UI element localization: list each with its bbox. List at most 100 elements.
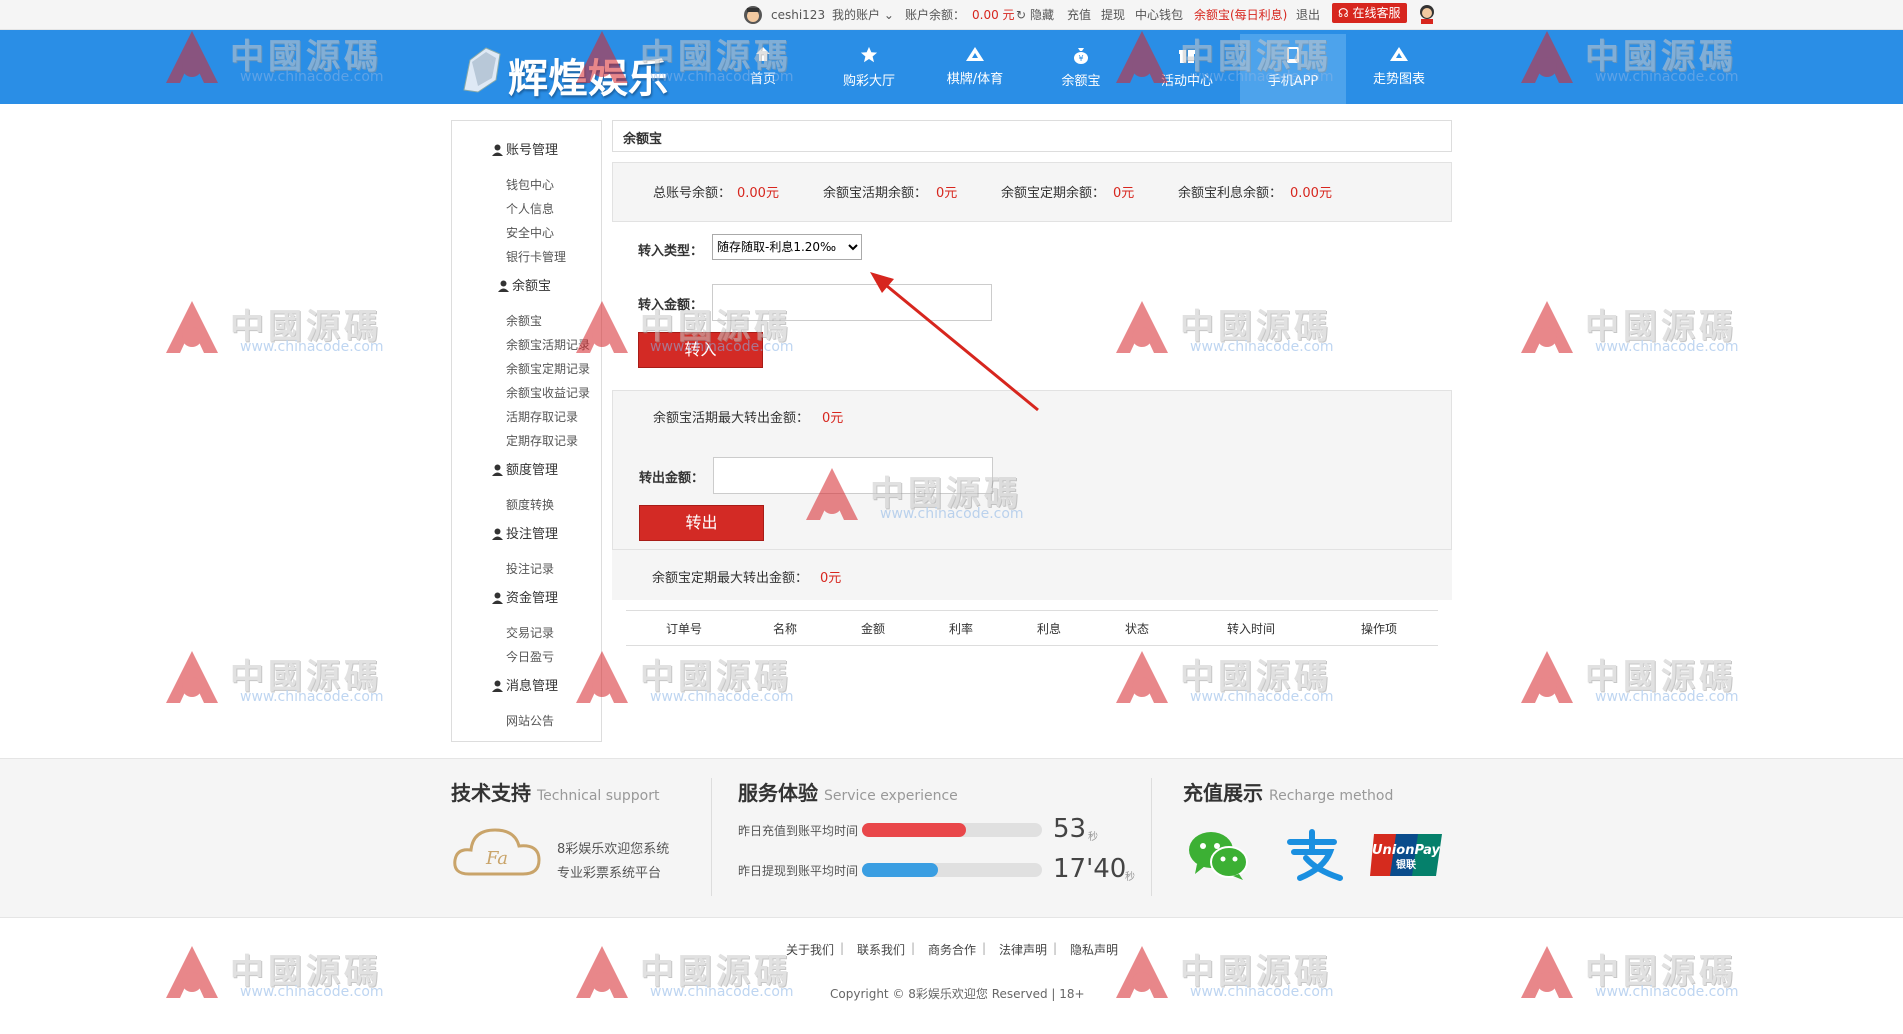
transfer-in-button[interactable]: 转入: [638, 332, 763, 368]
nav-chess-sports[interactable]: 棋牌/体育: [922, 34, 1028, 104]
watermark-logo-icon: [1521, 946, 1573, 998]
footer-link-contact[interactable]: 联系我们: [857, 941, 905, 958]
transfer-out-amount-input[interactable]: [713, 457, 993, 494]
nav-yuebao[interactable]: ¥ 余额宝: [1028, 34, 1134, 104]
watermark-text: 中國源碼: [230, 952, 382, 992]
yuebao-link[interactable]: 余额宝(每日利息): [1194, 7, 1287, 23]
footer-link-business[interactable]: 商务合作: [928, 941, 976, 958]
nav-lottery-hall[interactable]: 购彩大厅: [816, 34, 922, 104]
deposit-time-unit: 秒: [1088, 832, 1098, 843]
brand-name: 辉煌娱乐: [508, 56, 668, 102]
watermark: 中國源碼 www.chinacode.com: [1515, 295, 1755, 365]
hide-balance-link[interactable]: 隐藏: [1030, 7, 1054, 23]
col-interest: 利息: [1036, 622, 1062, 636]
watermark-url: www.chinacode.com: [1595, 984, 1739, 1000]
sidebar-item-wallet-center[interactable]: 钱包中心: [506, 176, 554, 193]
watermark-url: www.chinacode.com: [1595, 689, 1739, 705]
moneybag-icon: ¥: [1074, 48, 1088, 64]
footer-link-separator: |: [1053, 941, 1058, 955]
sidebar-item-yuebao[interactable]: 余额宝: [506, 312, 542, 329]
watermark-logo-icon: [1116, 946, 1168, 998]
user-avatar: [743, 5, 763, 29]
sidebar-group-quota[interactable]: 额度管理: [492, 459, 558, 478]
sidebar-item-yuebao-income-record[interactable]: 余额宝收益记录: [506, 384, 590, 401]
withdraw-time-label: 昨日提现到账平均时间: [738, 864, 859, 878]
phone-icon: [1287, 47, 1299, 63]
watermark: 中國源碼 www.chinacode.com: [1515, 645, 1755, 715]
fixed-balance-value: 0元: [1113, 186, 1135, 201]
watermark: 中國源碼 www.chinacode.com: [160, 645, 400, 715]
sidebar: 账号管理 钱包中心 个人信息 安全中心 银行卡管理 余额宝 余额宝 余额宝活期记…: [451, 120, 602, 742]
sidebar-group-account[interactable]: 账号管理: [492, 139, 558, 158]
max-current-out-value: 0元: [822, 411, 844, 426]
svg-text:Fa: Fa: [485, 848, 508, 869]
svg-text:UnionPay: UnionPay: [1372, 843, 1441, 858]
withdraw-link[interactable]: 提现: [1101, 7, 1125, 23]
refresh-icon[interactable]: ↻: [1016, 7, 1026, 23]
support-title: 技术支持 Technical support: [451, 781, 660, 805]
alipay-icon[interactable]: [1280, 828, 1344, 882]
transfer-out-button[interactable]: 转出: [639, 505, 764, 541]
sidebar-item-bet-record[interactable]: 投注记录: [506, 560, 554, 577]
online-service-button[interactable]: ☊ 在线客服: [1332, 3, 1407, 23]
watermark-url: www.chinacode.com: [1595, 339, 1739, 355]
col-rate: 利率: [948, 622, 974, 636]
watermark-text: 中國源碼: [640, 952, 792, 992]
watermark: 中國源碼 www.chinacode.com: [160, 295, 400, 365]
wechat-pay-icon[interactable]: [1187, 828, 1251, 882]
current-balance-label: 余额宝活期余额：: [823, 186, 928, 201]
col-transfer-time: 转入时间: [1226, 622, 1276, 636]
footer-link-about[interactable]: 关于我们: [786, 941, 834, 958]
deposit-time-bar: [862, 823, 1042, 837]
user-icon: [492, 680, 503, 692]
wallet-link[interactable]: 中心钱包: [1135, 7, 1183, 23]
user-icon: [492, 144, 503, 156]
recharge-subtitle: Recharge method: [1269, 788, 1394, 804]
sidebar-item-quota-transfer[interactable]: 额度转换: [506, 496, 554, 513]
nav-home[interactable]: 首页: [710, 34, 816, 104]
current-balance-value: 0元: [936, 186, 958, 201]
sidebar-item-bank-card[interactable]: 银行卡管理: [506, 248, 566, 265]
service-subtitle: Service experience: [824, 788, 958, 804]
sidebar-item-current-deposit-record[interactable]: 活期存取记录: [506, 408, 578, 425]
sidebar-item-yuebao-fixed-record[interactable]: 余额宝定期记录: [506, 360, 590, 377]
watermark-url: www.chinacode.com: [1190, 984, 1334, 1000]
sidebar-group-betting[interactable]: 投注管理: [492, 523, 558, 542]
footer-link-legal[interactable]: 法律声明: [999, 941, 1047, 958]
balance-summary: 总账号余额： 0.00元 余额宝活期余额： 0元 余额宝定期余额： 0元 余额宝…: [612, 162, 1452, 222]
logout-link[interactable]: 退出: [1296, 7, 1320, 23]
watermark-text: 中國源碼: [1180, 952, 1332, 992]
nav-activity[interactable]: 活动中心: [1134, 34, 1240, 104]
col-status: 状态: [1124, 622, 1150, 636]
recharge-title: 充值展示 Recharge method: [1183, 781, 1394, 805]
my-account-menu[interactable]: 我的账户 ⌄: [832, 7, 894, 23]
sidebar-group-messages[interactable]: 消息管理: [492, 675, 558, 694]
transfer-in-type-select[interactable]: 随存随取-利息1.20‰: [712, 234, 862, 260]
watermark-logo-icon: [166, 946, 218, 998]
sidebar-item-yuebao-current-record[interactable]: 余额宝活期记录: [506, 336, 590, 353]
footer-link-privacy[interactable]: 隐私声明: [1070, 941, 1118, 958]
nav-mobile-app[interactable]: 手机APP: [1240, 34, 1346, 104]
username: ceshi123: [771, 8, 826, 22]
watermark-url: www.chinacode.com: [240, 339, 384, 355]
recharge-link[interactable]: 充值: [1067, 7, 1091, 23]
nav-trend-chart[interactable]: 走势图表: [1346, 34, 1452, 104]
sidebar-group-funds[interactable]: 资金管理: [492, 587, 558, 606]
sidebar-item-announcements[interactable]: 网站公告: [506, 712, 554, 729]
sidebar-item-transactions[interactable]: 交易记录: [506, 624, 554, 641]
withdraw-time-unit: 秒: [1125, 872, 1135, 883]
user-icon: [492, 528, 503, 540]
sidebar-item-today-pnl[interactable]: 今日盈亏: [506, 648, 554, 665]
sidebar-group-yuebao[interactable]: 余额宝: [498, 275, 551, 294]
unionpay-icon[interactable]: UnionPay 银联: [1368, 832, 1444, 878]
sidebar-item-security[interactable]: 安全中心: [506, 224, 554, 241]
sidebar-item-fixed-deposit-record[interactable]: 定期存取记录: [506, 432, 578, 449]
watermark-logo-icon: [1521, 651, 1573, 703]
headset-icon: ☊: [1338, 6, 1349, 20]
sidebar-item-profile[interactable]: 个人信息: [506, 200, 554, 217]
logo-icon: [463, 47, 501, 93]
footer-link-separator: |: [911, 941, 916, 955]
col-amount: 金额: [860, 622, 886, 636]
watermark-logo-icon: [576, 946, 628, 998]
star-icon: [860, 46, 878, 63]
